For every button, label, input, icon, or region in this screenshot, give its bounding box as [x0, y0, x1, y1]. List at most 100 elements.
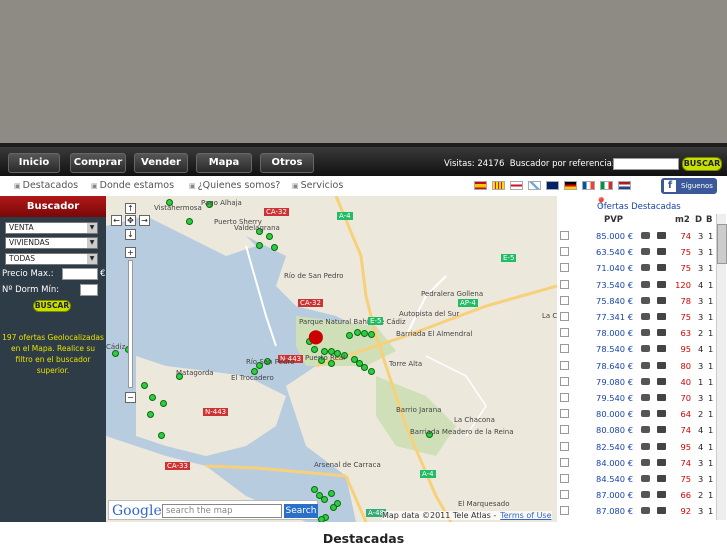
- video-icon[interactable]: [657, 329, 666, 337]
- property-marker[interactable]: [141, 382, 148, 389]
- link-donde-estamos[interactable]: Donde estamos: [91, 180, 174, 191]
- row-price[interactable]: 71.040 €: [596, 263, 633, 273]
- property-marker[interactable]: [361, 330, 368, 337]
- video-icon[interactable]: [657, 442, 666, 450]
- row-checkbox[interactable]: [560, 295, 569, 305]
- flag-it-icon[interactable]: [600, 181, 613, 190]
- camera-icon[interactable]: [641, 280, 650, 288]
- row-checkbox[interactable]: [560, 279, 569, 289]
- row-price[interactable]: 78.540 €: [596, 344, 633, 354]
- rooms-input[interactable]: [80, 284, 98, 296]
- flag-en-icon[interactable]: [546, 181, 559, 190]
- row-checkbox[interactable]: [560, 263, 569, 273]
- row-checkbox[interactable]: [560, 441, 569, 451]
- table-row[interactable]: 78.540 € 95 4 1: [557, 341, 717, 357]
- row-checkbox[interactable]: [560, 231, 569, 240]
- video-icon[interactable]: [657, 475, 666, 482]
- type-select[interactable]: VIVIENDAS: [5, 237, 98, 249]
- row-checkbox[interactable]: [560, 490, 569, 500]
- video-icon[interactable]: [657, 507, 666, 515]
- property-marker[interactable]: [346, 332, 353, 339]
- row-price[interactable]: 87.000 €: [596, 490, 633, 500]
- row-price[interactable]: 79.080 €: [596, 377, 633, 387]
- video-icon[interactable]: [657, 361, 666, 369]
- row-price[interactable]: 82.540 €: [596, 442, 633, 452]
- row-price[interactable]: 75.840 €: [596, 296, 633, 306]
- row-checkbox[interactable]: [560, 376, 569, 386]
- scroll-thumb[interactable]: [717, 224, 727, 264]
- ref-search-input[interactable]: [613, 158, 679, 170]
- price-input[interactable]: [62, 268, 98, 280]
- table-row[interactable]: 87.080 € 92 3 1: [557, 503, 717, 519]
- map-view[interactable]: Vistahermosa Pago Alhaja Puerto Sherry Vald…: [106, 196, 557, 522]
- table-row[interactable]: 79.540 € 70 3 1: [557, 390, 717, 406]
- row-price[interactable]: 78.000 €: [596, 328, 633, 338]
- map-search-button[interactable]: Search: [284, 504, 318, 518]
- link-destacados[interactable]: Destacados: [14, 180, 79, 191]
- property-marker[interactable]: [256, 242, 263, 249]
- row-price[interactable]: 77.341 €: [596, 312, 633, 322]
- table-row[interactable]: 63.540 € 75 3 1: [557, 244, 717, 260]
- flag-nl-icon[interactable]: [618, 181, 631, 190]
- table-row[interactable]: 82.540 € 95 4 1: [557, 439, 717, 455]
- flag-de-icon[interactable]: [564, 181, 577, 190]
- property-marker[interactable]: [147, 411, 154, 418]
- row-checkbox[interactable]: [560, 506, 569, 516]
- camera-icon[interactable]: [641, 361, 650, 369]
- row-checkbox[interactable]: [560, 247, 569, 257]
- row-price[interactable]: 73.540 €: [596, 280, 633, 290]
- camera-icon[interactable]: [641, 507, 650, 515]
- link-servicios[interactable]: Servicios: [292, 180, 344, 191]
- table-row[interactable]: 79.080 € 40 1 1: [557, 374, 717, 390]
- property-marker[interactable]: [330, 504, 337, 511]
- video-icon[interactable]: [657, 264, 666, 272]
- video-icon[interactable]: [657, 410, 666, 418]
- row-checkbox[interactable]: [560, 409, 569, 419]
- table-row[interactable]: 84.540 € 75 3 1: [557, 471, 717, 487]
- flag-fr-icon[interactable]: [582, 181, 595, 190]
- camera-icon[interactable]: [641, 458, 650, 466]
- operation-select[interactable]: VENTA: [5, 222, 98, 234]
- property-marker[interactable]: [311, 346, 318, 353]
- link-quienes-somos[interactable]: ¿Quienes somos?: [189, 180, 281, 191]
- list-scrollbar[interactable]: [716, 214, 727, 520]
- zoom-slider[interactable]: [128, 260, 133, 388]
- row-price[interactable]: 63.540 €: [596, 247, 633, 257]
- pan-up-icon[interactable]: ↑: [125, 203, 136, 214]
- video-icon[interactable]: [657, 248, 666, 256]
- row-price[interactable]: 85.000 €: [596, 231, 633, 241]
- video-icon[interactable]: [657, 280, 666, 288]
- camera-icon[interactable]: [641, 345, 650, 353]
- row-checkbox[interactable]: [560, 344, 569, 354]
- table-row[interactable]: 80.080 € 74 4 1: [557, 422, 717, 438]
- table-row[interactable]: 80.000 € 64 2 1: [557, 406, 717, 422]
- table-row[interactable]: 77.341 € 75 3 1: [557, 309, 717, 325]
- table-row[interactable]: 78.000 € 63 2 1: [557, 325, 717, 341]
- pan-left-icon[interactable]: ←: [111, 215, 122, 226]
- property-marker[interactable]: [160, 400, 167, 407]
- flag-gl-icon[interactable]: [528, 181, 541, 190]
- ref-search-button[interactable]: BUSCAR: [682, 157, 722, 171]
- camera-icon[interactable]: [641, 329, 650, 337]
- row-checkbox[interactable]: [560, 360, 569, 370]
- row-checkbox[interactable]: [560, 474, 569, 483]
- pan-down-icon[interactable]: ↓: [125, 229, 136, 240]
- video-icon[interactable]: [657, 313, 666, 320]
- table-row[interactable]: 85.000 € 74 3 1: [557, 228, 717, 244]
- zoom-in-icon[interactable]: +: [125, 247, 136, 258]
- sidebar-search-button[interactable]: BUSCAR: [33, 300, 71, 312]
- camera-icon[interactable]: [641, 377, 650, 385]
- table-row[interactable]: 84.000 € 74 3 1: [557, 455, 717, 471]
- row-price[interactable]: 87.080 €: [596, 506, 633, 516]
- property-marker[interactable]: [186, 218, 193, 225]
- video-icon[interactable]: [657, 345, 666, 353]
- property-marker[interactable]: [321, 496, 328, 503]
- table-row[interactable]: 75.840 € 78 3 1: [557, 293, 717, 309]
- nav-otros[interactable]: Otros: [260, 153, 314, 173]
- row-checkbox[interactable]: [560, 457, 569, 467]
- property-marker[interactable]: [361, 364, 368, 371]
- row-checkbox[interactable]: [560, 425, 569, 435]
- camera-icon[interactable]: [641, 426, 650, 434]
- table-row[interactable]: 73.540 € 120 4 1: [557, 277, 717, 293]
- property-marker[interactable]: [354, 329, 361, 336]
